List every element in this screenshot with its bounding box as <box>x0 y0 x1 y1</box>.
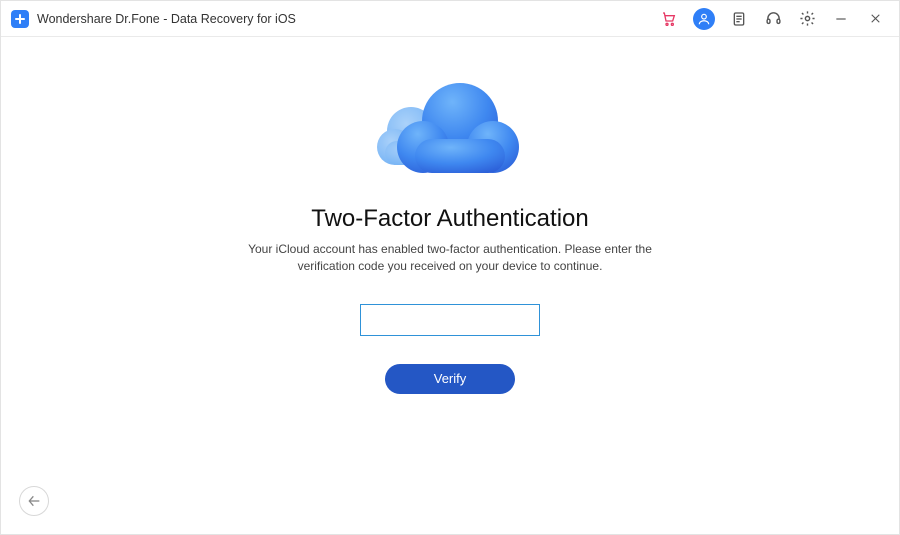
main-content: Two-Factor Authentication Your iCloud ac… <box>1 37 899 534</box>
verification-code-input[interactable] <box>360 304 540 336</box>
minimize-icon[interactable] <box>831 9 851 29</box>
verify-button[interactable]: Verify <box>385 364 515 394</box>
toolbar <box>659 8 885 30</box>
page-description: Your iCloud account has enabled two-fact… <box>230 241 670 276</box>
back-button[interactable] <box>19 486 49 516</box>
support-icon[interactable] <box>763 9 783 29</box>
close-icon[interactable] <box>865 9 885 29</box>
page-heading: Two-Factor Authentication <box>311 205 588 233</box>
notes-icon[interactable] <box>729 9 749 29</box>
app-logo-icon <box>11 10 29 28</box>
account-icon[interactable] <box>693 8 715 30</box>
app-title: Wondershare Dr.Fone - Data Recovery for … <box>37 12 296 26</box>
app-window: Wondershare Dr.Fone - Data Recovery for … <box>0 0 900 535</box>
settings-icon[interactable] <box>797 9 817 29</box>
cloud-icon <box>365 69 535 189</box>
titlebar: Wondershare Dr.Fone - Data Recovery for … <box>1 1 899 37</box>
cart-icon[interactable] <box>659 9 679 29</box>
